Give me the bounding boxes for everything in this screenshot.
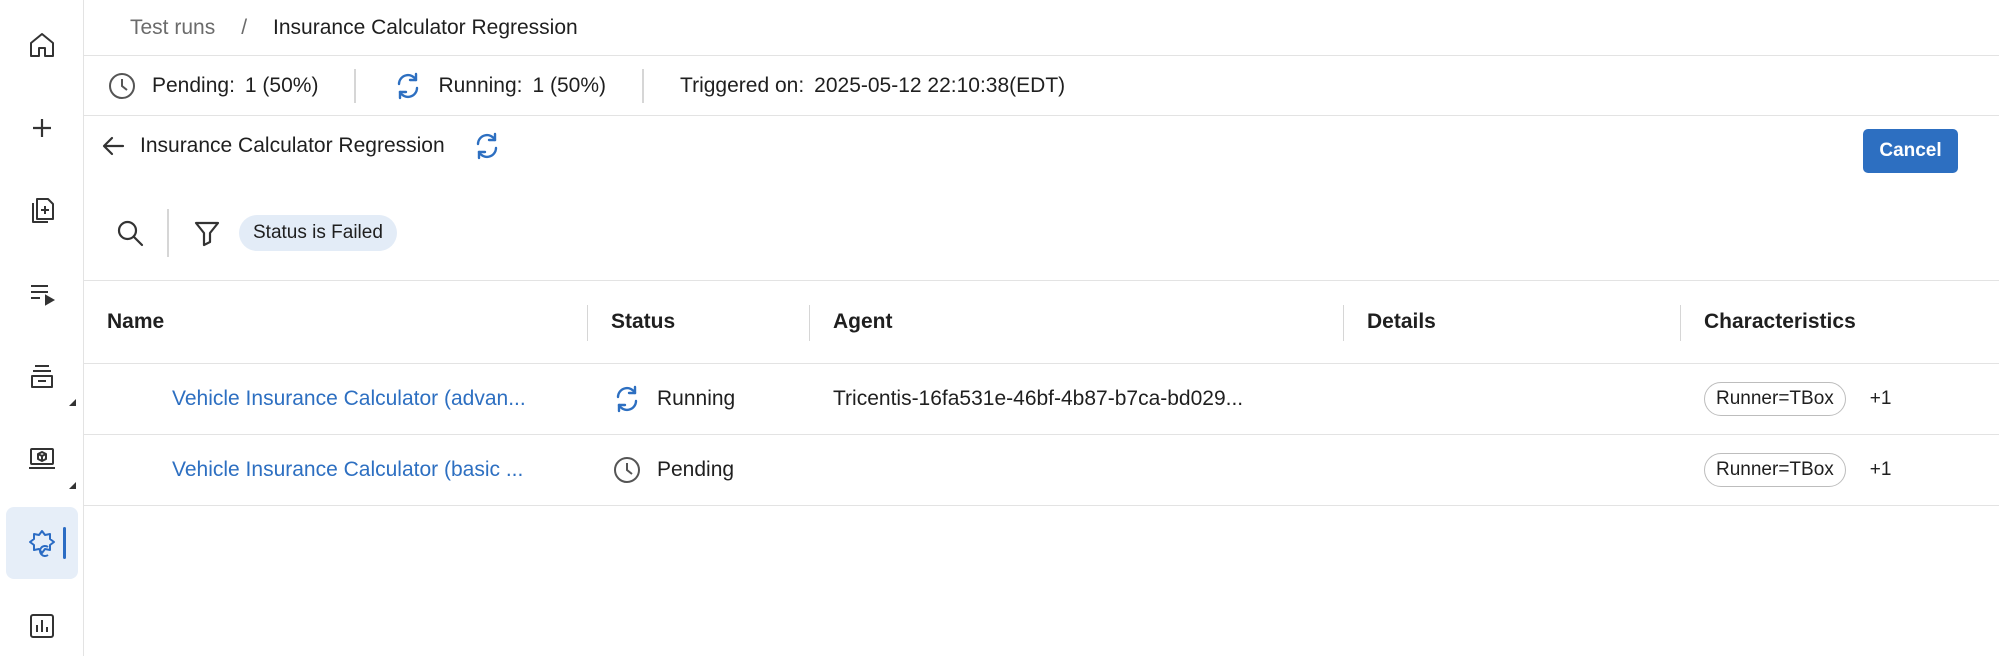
column-divider[interactable] bbox=[809, 305, 810, 341]
status-text: Running bbox=[657, 387, 736, 410]
page-title: Insurance Calculator Regression bbox=[140, 134, 445, 157]
active-indicator bbox=[63, 527, 66, 559]
runs-table: Name Status Agent Details Characteristic… bbox=[84, 280, 1999, 506]
filter-toolbar: Status is Failed bbox=[84, 200, 397, 266]
clock-icon bbox=[614, 457, 640, 483]
search-icon bbox=[117, 220, 144, 247]
running-summary: Running: 1 (50%) bbox=[392, 56, 606, 115]
agent-text: Tricentis-16fa531e-46bf-4b87-b7ca-bd029.… bbox=[833, 387, 1244, 410]
run-header: Insurance Calculator Regression Cancel bbox=[84, 116, 1999, 176]
more-characteristics[interactable]: +1 bbox=[1870, 388, 1892, 410]
agent-monitor-icon bbox=[29, 448, 55, 469]
sidebar-item-playlists[interactable] bbox=[6, 257, 78, 329]
filter-button[interactable] bbox=[191, 217, 223, 249]
breadcrumb-current: Insurance Calculator Regression bbox=[273, 15, 578, 39]
sync-icon bbox=[616, 385, 638, 413]
expand-corner-icon bbox=[69, 399, 76, 406]
pending-value: 1 (50%) bbox=[244, 73, 319, 97]
sidebar bbox=[0, 0, 84, 656]
column-divider[interactable] bbox=[1680, 305, 1681, 341]
status-filter-chip[interactable]: Status is Failed bbox=[239, 215, 397, 251]
search-button[interactable] bbox=[112, 215, 148, 251]
home-icon bbox=[30, 33, 54, 57]
more-characteristics[interactable]: +1 bbox=[1870, 459, 1892, 481]
test-runs-gear-icon bbox=[29, 530, 55, 557]
sidebar-item-test-cases[interactable] bbox=[6, 174, 78, 246]
running-value: 1 (50%) bbox=[532, 73, 607, 97]
status-cell: Running bbox=[611, 364, 735, 434]
sidebar-item-home[interactable] bbox=[6, 9, 78, 81]
breadcrumb-test-runs-link[interactable]: Test runs bbox=[130, 16, 215, 40]
test-name-link[interactable]: Vehicle Insurance Calculator (advan... bbox=[172, 387, 526, 411]
table-header: Name Status Agent Details Characteristic… bbox=[84, 280, 1999, 364]
sidebar-item-test-runs[interactable] bbox=[6, 507, 78, 579]
bar-chart-icon bbox=[30, 614, 54, 638]
column-divider[interactable] bbox=[587, 305, 588, 341]
cancel-button[interactable]: Cancel bbox=[1863, 129, 1958, 173]
divider bbox=[642, 68, 645, 103]
sync-icon bbox=[398, 72, 419, 99]
run-summary-bar: Pending: 1 (50%) Running: 1 (50%) Trigge… bbox=[84, 56, 1999, 116]
sidebar-item-reports[interactable] bbox=[6, 590, 78, 656]
column-divider[interactable] bbox=[1343, 305, 1344, 341]
running-label: Running: bbox=[438, 73, 523, 97]
playlist-icon bbox=[31, 285, 56, 306]
filter-icon bbox=[194, 221, 220, 247]
triggered-label: Triggered on: bbox=[680, 73, 805, 97]
sidebar-item-archive[interactable] bbox=[6, 340, 78, 412]
column-header-status[interactable]: Status bbox=[611, 281, 675, 363]
test-name-link[interactable]: Vehicle Insurance Calculator (basic ... bbox=[172, 458, 523, 482]
triggered-value: 2025-05-12 22:10:38(EDT) bbox=[814, 73, 1066, 97]
pending-summary: Pending: 1 (50%) bbox=[106, 56, 318, 115]
divider bbox=[167, 209, 169, 257]
table-row[interactable]: Vehicle Insurance Calculator (basic ... … bbox=[84, 435, 1999, 506]
expand-corner-icon bbox=[69, 482, 76, 489]
column-header-details[interactable]: Details bbox=[1367, 281, 1436, 363]
breadcrumb: Test runs / Insurance Calculator Regress… bbox=[84, 0, 1999, 56]
characteristic-tag[interactable]: Runner=TBox bbox=[1704, 453, 1846, 487]
table-row[interactable]: Vehicle Insurance Calculator (advan... R… bbox=[84, 364, 1999, 435]
clock-icon bbox=[109, 72, 135, 99]
status-text: Pending bbox=[657, 458, 735, 481]
pending-label: Pending: bbox=[152, 73, 235, 97]
column-header-name[interactable]: Name bbox=[107, 281, 164, 363]
archive-icon bbox=[31, 365, 53, 388]
characteristic-tag[interactable]: Runner=TBox bbox=[1704, 382, 1846, 416]
plus-icon bbox=[33, 119, 51, 137]
arrow-left-icon bbox=[102, 136, 125, 156]
sidebar-item-create[interactable] bbox=[6, 92, 78, 164]
document-add-icon bbox=[32, 198, 54, 223]
back-button[interactable] bbox=[98, 130, 130, 162]
sync-icon bbox=[476, 132, 497, 160]
column-header-agent[interactable]: Agent bbox=[833, 281, 893, 363]
breadcrumb-separator: / bbox=[241, 15, 248, 39]
triggered-summary: Triggered on: 2025-05-12 22:10:38(EDT) bbox=[680, 56, 1065, 115]
column-header-characteristics[interactable]: Characteristics bbox=[1704, 281, 1856, 363]
divider bbox=[354, 68, 357, 103]
status-cell: Pending bbox=[611, 435, 734, 505]
sidebar-item-agents[interactable] bbox=[6, 423, 78, 495]
